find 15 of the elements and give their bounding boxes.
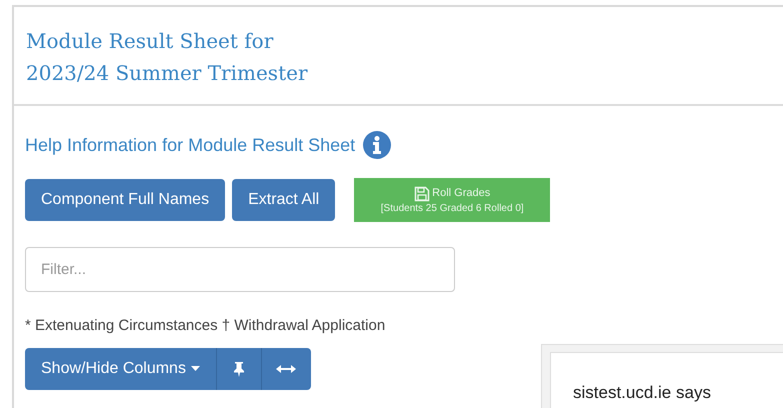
- dialog-title: sistest.ucd.ie says: [573, 383, 712, 403]
- action-button[interactable]: Extract All: [232, 179, 336, 221]
- filter-field[interactable]: Filter...: [25, 247, 455, 292]
- show-hide-columns-button[interactable]: Show/Hide Columns: [25, 348, 217, 390]
- save-icon: [414, 186, 430, 202]
- caret-icon: [190, 366, 200, 371]
- action-button[interactable]: Component Full Names: [25, 179, 226, 221]
- horizontal-arrows-icon: [276, 364, 296, 374]
- help-link[interactable]: Help Information for Module Result Sheet: [25, 132, 356, 158]
- panel-title: Module Result Sheet for 2023/24 Summer Trimester: [26, 28, 309, 87]
- resize-button[interactable]: [262, 348, 311, 390]
- info-icon[interactable]: [363, 131, 392, 159]
- pin-button[interactable]: [216, 348, 262, 390]
- pin-icon: [232, 360, 245, 376]
- legend-text: * Extenuating Circumstances † Withdrawal Application: [25, 316, 386, 336]
